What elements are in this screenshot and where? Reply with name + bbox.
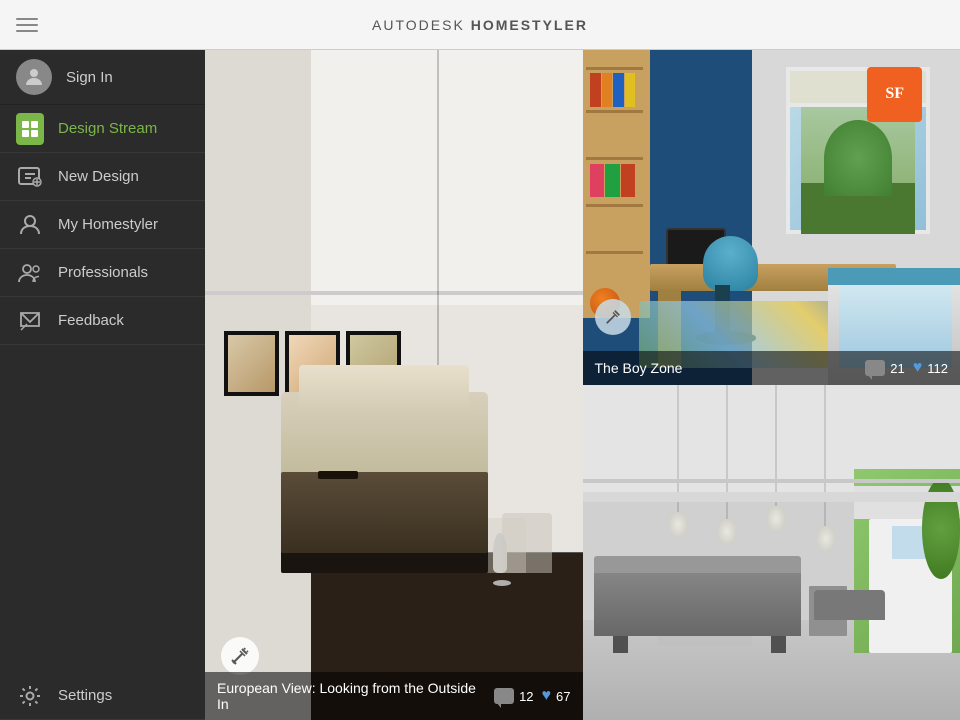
lounge-scene-bg — [583, 385, 960, 720]
sidebar-item-my-homestyler[interactable]: My Homestyler — [0, 201, 205, 249]
sidebar-label-new-design: New Design — [58, 168, 139, 185]
sidebar-label-design-stream: Design Stream — [58, 120, 157, 137]
sidebar-item-feedback[interactable]: Feedback — [0, 297, 205, 345]
sign-in-label: Sign In — [66, 69, 113, 86]
edit-wand-button-boyzone[interactable] — [595, 299, 631, 335]
design-stream-icon — [16, 115, 44, 143]
menu-button[interactable] — [16, 18, 38, 32]
app-header: AUTODESK HOMESTYLER — [0, 0, 960, 50]
like-stat-bedroom: ♥ 67 — [542, 687, 571, 705]
sidebar-label-professionals: Professionals — [58, 264, 148, 281]
card-overlay-boyzone: The Boy Zone 21 ♥ 112 — [583, 351, 960, 385]
edit-wand-button[interactable] — [221, 637, 259, 675]
sidebar-item-settings[interactable]: Settings — [0, 672, 205, 720]
design-card-bedroom[interactable]: European View: Looking from the Outside … — [205, 50, 583, 720]
sidebar-label-settings: Settings — [58, 687, 112, 704]
comment-stat-bedroom: 12 — [494, 688, 533, 704]
avatar — [16, 59, 52, 95]
design-card-lounge[interactable] — [583, 385, 960, 720]
new-design-icon — [16, 163, 44, 191]
sidebar-item-professionals[interactable]: Professionals — [0, 249, 205, 297]
card-overlay-bedroom: European View: Looking from the Outside … — [205, 672, 583, 720]
like-stat-boyzone: ♥ 112 — [913, 359, 948, 377]
sidebar-label-my-homestyler: My Homestyler — [58, 216, 158, 233]
boyzone-scene-bg: SF — [583, 50, 960, 385]
comment-icon-boyzone — [865, 360, 885, 376]
sidebar: Sign In Design Stream — [0, 50, 205, 720]
sidebar-label-feedback: Feedback — [58, 312, 124, 329]
design-card-boyzone[interactable]: SF The Boy Zone 21 ♥ — [583, 50, 960, 385]
app-title: AUTODESK HOMESTYLER — [372, 17, 588, 33]
my-homestyler-icon — [16, 211, 44, 239]
bedroom-scene-bg — [205, 50, 583, 720]
card-title-bedroom: European View: Looking from the Outside … — [217, 680, 486, 712]
card-title-boyzone: The Boy Zone — [595, 360, 858, 376]
professionals-icon — [16, 259, 44, 287]
heart-icon-boyzone: ♥ — [913, 359, 923, 377]
main-content: European View: Looking from the Outside … — [205, 50, 960, 720]
sidebar-item-design-stream[interactable]: Design Stream — [0, 105, 205, 153]
feedback-icon — [16, 307, 44, 335]
sidebar-item-new-design[interactable]: New Design — [0, 153, 205, 201]
sidebar-item-sign-in[interactable]: Sign In — [0, 50, 205, 105]
heart-icon-bedroom: ♥ — [542, 687, 552, 705]
settings-icon — [16, 682, 44, 710]
comment-icon-bedroom — [494, 688, 514, 704]
comment-stat-boyzone: 21 — [865, 360, 904, 376]
